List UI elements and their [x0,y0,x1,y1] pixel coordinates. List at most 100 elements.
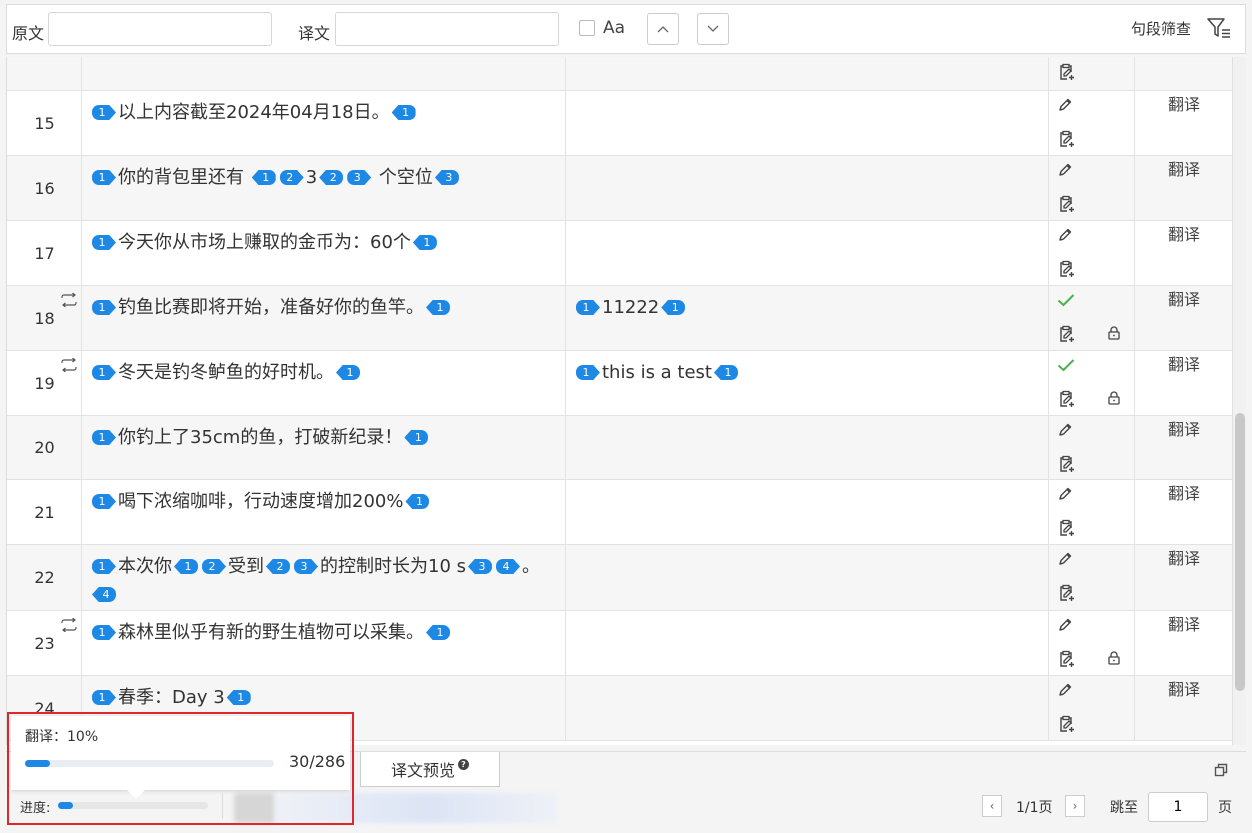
tag-open-marker[interactable]: 1 [92,170,116,185]
target-cell[interactable] [566,676,1049,740]
pencil-icon[interactable] [1057,617,1073,637]
translate-button[interactable]: 翻译 [1135,680,1232,700]
target-cell[interactable] [566,156,1049,220]
tag-open-marker[interactable]: 1 [92,235,116,250]
tag-open-marker[interactable]: 1 [92,105,116,120]
tag-open-marker[interactable]: 1 [92,430,116,445]
pencil-icon[interactable] [1057,682,1073,702]
tag-open-marker[interactable]: 2 [279,170,304,185]
source-cell[interactable]: 1 你钓上了35cm的鱼，打破新纪录！ 1 [82,416,566,479]
tag-open-marker[interactable]: 1 [92,494,116,509]
translate-button[interactable]: 翻译 [1135,95,1232,115]
table-row[interactable]: 19 1 冬天是钓冬鲈鱼的好时机。 1 1 this is a test 1 翻译 [7,351,1232,416]
table-row[interactable]: 20 1 你钓上了35cm的鱼，打破新纪录！ 1 翻译 [7,416,1232,480]
source-cell[interactable]: 1 冬天是钓冬鲈鱼的好时机。 1 [82,351,566,415]
table-row[interactable]: 22 1 本次你 1 2 受到 2 3 的控制时长为10 s 3 4 。4 翻译 [7,545,1232,611]
tag-close-marker[interactable]: 1 [426,625,450,640]
tag-open-marker[interactable]: 3 [347,170,372,185]
tag-open-marker[interactable]: 1 [576,300,600,315]
target-cell[interactable] [566,57,1049,90]
tag-close-marker[interactable]: 1 [412,235,437,250]
clipboard-edit-icon[interactable] [1057,325,1075,347]
tag-open-marker[interactable]: 1 [576,365,600,380]
target-cell[interactable] [566,545,1049,610]
tag-close-marker[interactable]: 1 [391,105,416,120]
table-row[interactable]: 23 1 森林里似乎有新的野生植物可以采集。 1 翻译 [7,611,1232,676]
source-cell[interactable]: 1 喝下浓缩咖啡，行动速度增加200% 1 [82,480,566,544]
tag-close-marker[interactable]: 3 [434,170,459,185]
clipboard-edit-icon[interactable] [1057,390,1075,412]
tag-open-marker[interactable]: 1 [92,559,116,574]
next-match-button[interactable] [697,13,729,45]
tag-close-marker[interactable]: 1 [661,300,686,315]
previous-page-button[interactable]: ‹ [982,795,1002,817]
target-cell[interactable] [566,91,1049,155]
tag-close-marker[interactable]: 1 [426,300,450,315]
table-row[interactable]: 21 1 喝下浓缩咖啡，行动速度增加200% 1 翻译 [7,480,1232,545]
source-cell[interactable]: 1 本次你 1 2 受到 2 3 的控制时长为10 s 3 4 。4 [82,545,566,610]
case-sensitive-checkbox[interactable] [579,20,595,36]
tag-open-marker[interactable]: 1 [92,365,116,380]
tag-close-marker[interactable]: 4 [92,587,116,602]
tag-open-marker[interactable]: 1 [92,625,116,640]
tag-close-marker[interactable]: 2 [319,170,344,185]
tag-close-marker[interactable]: 1 [226,690,251,705]
table-row[interactable]: 18 1 钓鱼比赛即将开始，准备好你的鱼竿。 1 1 11222 1 翻译 [7,286,1232,351]
target-cell[interactable] [566,611,1049,675]
translate-button[interactable]: 翻译 [1135,484,1232,504]
lock-icon[interactable] [1107,390,1121,409]
tag-open-marker[interactable]: 3 [294,559,318,574]
table-row[interactable] [7,57,1232,91]
pencil-icon[interactable] [1057,227,1073,247]
target-search-input[interactable] [335,12,559,46]
clipboard-edit-icon[interactable] [1057,584,1075,606]
next-page-button[interactable]: › [1065,795,1085,817]
pencil-icon[interactable] [1057,551,1073,571]
table-row[interactable]: 15 1 以上内容截至2024年04月18日。 1 翻译 [7,91,1232,156]
table-row[interactable]: 17 1 今天你从市场上赚取的金币为：60个 1 翻译 [7,221,1232,286]
target-cell[interactable]: 1 11222 1 [566,286,1049,350]
goto-page-input[interactable] [1148,792,1208,822]
tag-close-marker[interactable]: 1 [336,365,360,380]
source-cell[interactable]: 1 钓鱼比赛即将开始，准备好你的鱼竿。 1 [82,286,566,350]
target-cell[interactable] [566,480,1049,544]
help-icon[interactable]: ? [458,758,469,770]
segment-filter-label[interactable]: 句段筛查 [1131,18,1191,39]
previous-match-button[interactable] [647,13,679,45]
table-row[interactable]: 16 1 你的背包里还有 12323 个空位 3 翻译 [7,156,1232,221]
translate-button[interactable]: 翻译 [1135,225,1232,245]
tag-open-marker[interactable]: 1 [92,690,116,705]
target-cell[interactable] [566,416,1049,479]
tag-close-marker[interactable]: 2 [266,559,290,574]
pencil-icon[interactable] [1057,162,1073,182]
clipboard-edit-icon[interactable] [1057,130,1075,152]
tab-target-preview[interactable]: 译文预览? [360,752,500,787]
translate-button[interactable]: 翻译 [1135,290,1232,310]
filter-icon[interactable] [1207,17,1231,43]
translate-button[interactable]: 翻译 [1135,549,1232,569]
tag-open-marker[interactable]: 4 [496,559,521,574]
clipboard-edit-icon[interactable] [1057,650,1075,672]
source-search-input[interactable] [48,12,272,46]
source-cell[interactable]: 1 你的背包里还有 12323 个空位 3 [82,156,566,220]
translate-button[interactable]: 翻译 [1135,355,1232,375]
translate-button[interactable]: 翻译 [1135,420,1232,440]
clipboard-edit-icon[interactable] [1057,63,1075,85]
pencil-icon[interactable] [1057,422,1073,442]
pencil-icon[interactable] [1057,486,1073,506]
clipboard-edit-icon[interactable] [1057,715,1075,737]
tag-close-marker[interactable]: 1 [251,170,276,185]
source-cell[interactable]: 1 以上内容截至2024年04月18日。 1 [82,91,566,155]
target-cell[interactable]: 1 this is a test 1 [566,351,1049,415]
lock-icon[interactable] [1107,650,1121,669]
target-cell[interactable] [566,221,1049,285]
tag-close-marker[interactable]: 1 [405,494,430,509]
vertical-scrollbar[interactable] [1232,57,1246,745]
tag-close-marker[interactable]: 1 [404,430,429,445]
restore-window-icon[interactable] [1214,762,1228,781]
translate-button[interactable]: 翻译 [1135,615,1232,635]
clipboard-edit-icon[interactable] [1057,455,1075,477]
tag-open-marker[interactable]: 2 [202,559,226,574]
tag-close-marker[interactable]: 3 [468,559,493,574]
clipboard-edit-icon[interactable] [1057,519,1075,541]
